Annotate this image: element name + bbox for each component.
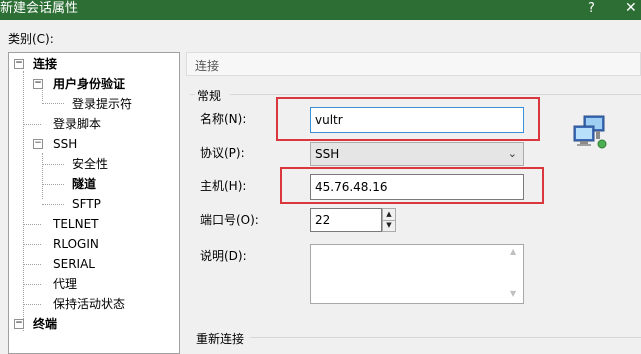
tree-item-sftp[interactable]: SFTP [72, 195, 101, 213]
tree-connector [42, 153, 43, 199]
tree-connector [42, 90, 43, 101]
section-header: 连接 [186, 52, 641, 76]
collapse-icon[interactable]: − [14, 59, 24, 69]
chevron-down-icon: ⌄ [507, 147, 517, 160]
tree-item-login-prompt[interactable]: 登录提示符 [72, 95, 132, 113]
category-tree[interactable]: − 连接 − 用户身份验证 登录提示符 登录脚本 − SSH 安全性 隧道 SF… [8, 52, 180, 354]
port-input[interactable]: 22 [310, 208, 382, 232]
port-spinner[interactable]: ▲ ▼ [382, 208, 396, 232]
protocol-select[interactable]: SSH ⌄ [310, 142, 524, 166]
tree-item-label: 登录提示符 [72, 97, 133, 111]
tree-connector [23, 224, 41, 225]
protocol-value: SSH [315, 147, 340, 161]
tree-connector [23, 124, 41, 125]
host-label: 主机(H): [200, 179, 247, 193]
protocol-label: 协议(P): [200, 146, 245, 160]
section-header-title: 连接 [195, 59, 220, 73]
tree-item-keepalive[interactable]: 保持活动状态 [53, 295, 125, 313]
scroll-down-icon[interactable]: ▼ [510, 289, 516, 298]
tree-item-telnet[interactable]: TELNET [53, 215, 99, 233]
tree-item-proxy[interactable]: 代理 [53, 275, 77, 293]
network-computers-icon [573, 115, 607, 149]
title-bar: 新建会话属性 ? ✕ [0, 0, 641, 20]
tree-item-label: RLOGIN [53, 237, 99, 251]
tree-connector [23, 71, 24, 331]
tree-item-label: SSH [53, 137, 78, 151]
tree-connector [42, 164, 64, 165]
tree-item-serial[interactable]: SERIAL [53, 255, 95, 273]
group-divider [190, 94, 195, 95]
description-textarea[interactable]: ▲ ▼ [310, 244, 524, 304]
tree-item-label: 保持活动状态 [53, 297, 126, 311]
help-button[interactable]: ? [588, 1, 595, 16]
tree-connector [42, 184, 64, 185]
tree-item-label: 登录脚本 [53, 117, 102, 131]
collapse-icon[interactable]: − [33, 79, 43, 89]
description-scrollbar[interactable]: ▲ ▼ [507, 245, 523, 303]
collapse-icon[interactable]: − [14, 319, 24, 329]
tree-connector [23, 284, 41, 285]
close-button[interactable]: ✕ [625, 0, 637, 16]
tree-item-label: 终端 [33, 317, 58, 331]
tree-item-label: SERIAL [53, 257, 95, 271]
group-divider [250, 337, 641, 338]
tree-item-label: 连接 [33, 55, 58, 73]
general-group-title: 常规 [197, 89, 222, 103]
tree-item-security[interactable]: 安全性 [72, 155, 108, 173]
tree-item-label: 用户身份验证 [53, 77, 126, 91]
tree-item-rlogin[interactable]: RLOGIN [53, 235, 99, 253]
tree-connector [23, 244, 41, 245]
category-label: 类别(C): [8, 32, 54, 46]
name-label: 名称(N): [200, 112, 247, 126]
window-title: 新建会话属性 [0, 1, 79, 16]
scroll-up-icon[interactable]: ▲ [510, 247, 516, 256]
tree-connector [23, 304, 41, 305]
group-divider [230, 94, 641, 95]
tree-item-label: TELNET [53, 217, 99, 231]
tree-item-label: 隧道 [72, 177, 97, 191]
tree-connector [42, 103, 64, 104]
spin-down-icon[interactable]: ▼ [383, 220, 395, 231]
tree-item-tunnel[interactable]: 隧道 [72, 175, 96, 193]
annotation-highlight-name [276, 97, 540, 141]
tree-item-label: SFTP [72, 197, 101, 211]
tree-item-label: 代理 [53, 277, 78, 291]
tree-connector [23, 264, 41, 265]
description-label: 说明(D): [200, 249, 247, 263]
port-label: 端口号(O): [200, 213, 259, 227]
collapse-icon[interactable]: − [33, 139, 43, 149]
tree-item-login-script[interactable]: 登录脚本 [53, 115, 101, 133]
annotation-highlight-host [280, 167, 544, 204]
tree-connector [42, 204, 64, 205]
tree-item-label: 安全性 [72, 157, 109, 171]
